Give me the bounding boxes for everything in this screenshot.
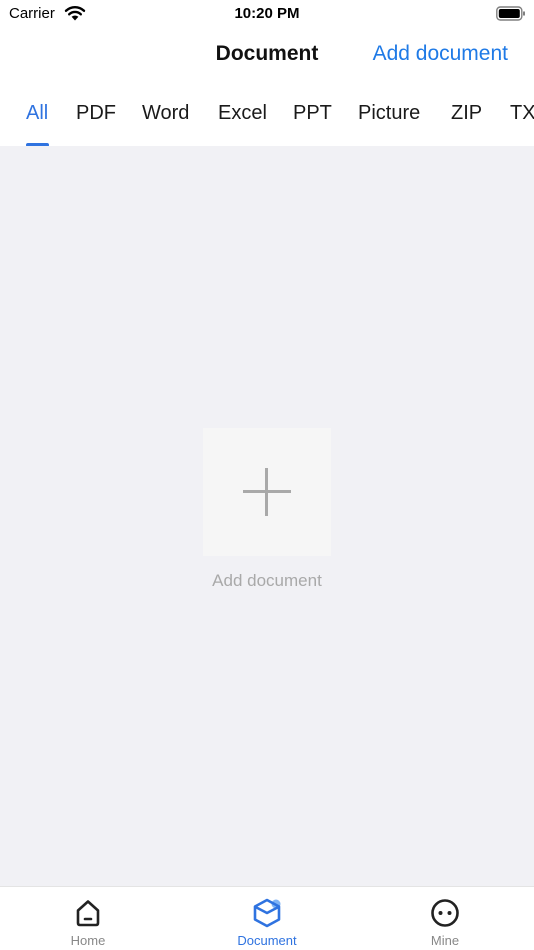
navigation-bar: Document Add document: [0, 30, 534, 82]
battery-icon: [496, 6, 525, 21]
tabbar-mine-label: Mine: [430, 933, 460, 948]
plus-icon-vertical: [265, 468, 268, 516]
category-tabs: All PDF Word Excel PPT Picture ZIP TXT: [0, 82, 534, 146]
tabbar-mine[interactable]: Mine: [385, 887, 505, 950]
add-document-tile[interactable]: [203, 428, 331, 556]
tabbar-home[interactable]: Home: [28, 887, 148, 950]
app-screen: Carrier 10:20 PM Document Add document A…: [0, 0, 534, 950]
smiley-face-icon: [431, 899, 459, 927]
document-box-icon: [253, 898, 281, 928]
tab-txt[interactable]: TXT: [510, 102, 534, 125]
bottom-tab-bar: Home Document Mine: [0, 886, 534, 950]
clock: 10:20 PM: [234, 5, 300, 22]
tab-all[interactable]: All: [26, 102, 48, 125]
home-icon: [76, 900, 100, 927]
status-bar: Carrier 10:20 PM: [0, 0, 534, 30]
tabbar-document-label: Document: [237, 933, 297, 948]
tabbar-document[interactable]: Document: [207, 887, 327, 950]
tab-picture[interactable]: Picture: [358, 102, 420, 125]
add-document-button[interactable]: Add document: [373, 42, 508, 66]
tab-zip[interactable]: ZIP: [451, 102, 482, 125]
tab-excel[interactable]: Excel: [218, 102, 267, 125]
tabbar-home-label: Home: [70, 933, 106, 948]
empty-state-label: Add document: [212, 571, 322, 590]
document-list-area: Add document: [0, 146, 534, 886]
tab-word[interactable]: Word: [142, 102, 189, 125]
tab-pdf[interactable]: PDF: [76, 102, 116, 125]
tab-ppt[interactable]: PPT: [293, 102, 332, 125]
